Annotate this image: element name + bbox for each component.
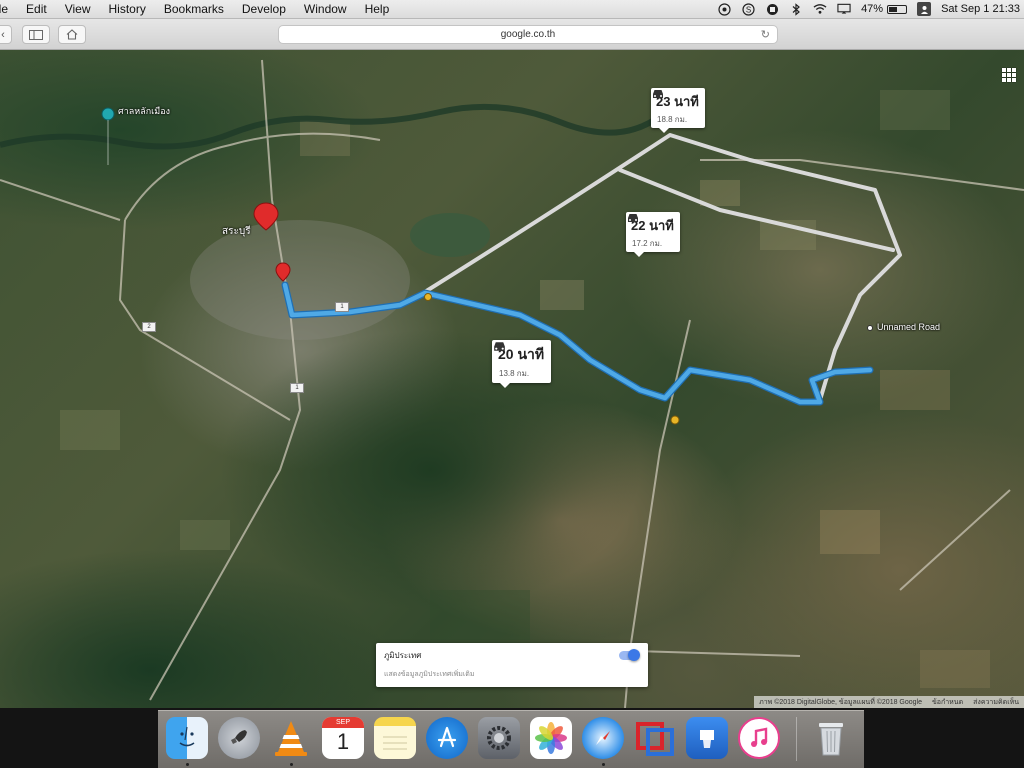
road-shield: 2	[142, 322, 156, 332]
menu-develop[interactable]: Develop	[233, 2, 295, 16]
junction-marker	[424, 293, 432, 301]
destination-label[interactable]: Unnamed Road	[877, 322, 940, 332]
battery-icon	[887, 4, 908, 14]
calendar-day: 1	[336, 729, 350, 754]
dock-notes[interactable]	[374, 717, 416, 759]
running-indicator	[186, 763, 189, 766]
dock-safari[interactable]	[582, 717, 624, 759]
attribution-text: ภาพ ©2018 DigitalGlobe, ข้อมูลแผนที่ ©20…	[759, 698, 923, 706]
address-url: google.co.th	[500, 29, 556, 40]
menu-help[interactable]: Help	[356, 2, 399, 16]
desktop-bottom: SEP 1	[0, 708, 1024, 768]
photos-flower-icon	[535, 722, 567, 754]
dock: SEP 1	[158, 710, 864, 768]
terrain-toggle[interactable]	[619, 649, 640, 661]
running-indicator	[602, 763, 605, 766]
recording-icon[interactable]	[765, 2, 779, 16]
podium-icon	[700, 730, 714, 748]
map-attribution: ภาพ ©2018 DigitalGlobe, ข้อมูลแผนที่ ©20…	[754, 696, 1024, 708]
menu-window[interactable]: Window	[295, 2, 356, 16]
route-card-selected[interactable]: 20 นาที 13.8 กม.	[492, 340, 552, 388]
destination-marker[interactable]	[867, 325, 873, 331]
road-shield: 1	[335, 302, 349, 312]
menu-bar: ile Edit View History Bookmarks Develop …	[0, 0, 1024, 19]
dock-separator	[796, 717, 797, 761]
battery-percent: 47%	[861, 3, 884, 15]
field-texture	[60, 90, 990, 688]
reload-icon[interactable]: ↻	[761, 28, 770, 41]
route-card-alt-2[interactable]: 22 นาที 17.2 กม.	[626, 212, 680, 257]
music-note-icon	[751, 727, 768, 747]
menu-edit[interactable]: Edit	[17, 2, 56, 16]
car-icon	[494, 342, 505, 351]
menu-items: ile Edit View History Bookmarks Develop …	[0, 2, 398, 16]
reservoir	[410, 213, 490, 257]
satellite-map[interactable]: 1 1 2 สระบุรี ศาลหลักเมือง Unnamed Road …	[0, 50, 1024, 708]
terms-link[interactable]: ข้อกำหนด	[932, 697, 963, 708]
battery-level-fill	[889, 6, 898, 12]
dock-finder[interactable]	[166, 717, 208, 759]
landmark-label[interactable]: ศาลหลักเมือง	[118, 104, 170, 118]
sidebar-icon	[29, 29, 43, 40]
car-icon	[653, 90, 663, 98]
target-icon[interactable]	[717, 2, 731, 16]
finder-icon	[179, 726, 195, 747]
menu-bar-clock[interactable]: Sat Sep 1 21:33	[941, 3, 1020, 15]
terrain-panel-subtitle: แสดงข้อมูลภูมิประเทศเพิ่มเติม	[384, 671, 475, 678]
parallels-icon	[636, 722, 674, 756]
city-label[interactable]: สระบุรี	[222, 224, 251, 239]
menu-bookmarks[interactable]: Bookmarks	[155, 2, 233, 16]
gear-icon	[487, 726, 511, 750]
route-card-alt-1[interactable]: 23 นาที 18.8 กม.	[651, 88, 705, 133]
wifi-icon[interactable]	[813, 2, 827, 16]
rocket-icon	[231, 730, 247, 744]
dock-photos[interactable]	[530, 717, 572, 759]
back-button[interactable]: ‹	[0, 25, 12, 44]
back-icon: ‹	[1, 28, 5, 41]
browser-toolbar: ‹ google.co.th ↻	[0, 19, 1024, 50]
dock-vlc[interactable]	[270, 717, 312, 759]
menu-view[interactable]: View	[56, 2, 100, 16]
app-store-icon	[437, 726, 457, 748]
route-distance: 13.8 กม.	[499, 369, 530, 378]
sidebar-button[interactable]	[22, 25, 50, 44]
dock-parallels[interactable]	[634, 717, 676, 759]
dock-system-preferences[interactable]	[478, 717, 520, 759]
dock-keynote[interactable]	[686, 717, 728, 759]
display-icon[interactable]	[837, 2, 851, 16]
dock-trash[interactable]	[810, 717, 852, 759]
dock-calendar[interactable]: SEP 1	[322, 717, 364, 759]
route-distance: 18.8 กม.	[657, 115, 688, 124]
battery-status[interactable]: 47%	[861, 3, 908, 15]
terrain-panel-title: ภูมิประเทศ	[384, 651, 422, 660]
user-icon[interactable]	[917, 2, 932, 16]
car-icon	[628, 214, 638, 222]
svg-text:S: S	[745, 5, 750, 14]
running-indicator	[290, 763, 293, 766]
road-shield: 1	[290, 383, 304, 393]
menu-history[interactable]: History	[100, 2, 155, 16]
dock-launchpad[interactable]	[218, 717, 260, 759]
compass-icon	[596, 731, 610, 745]
feedback-link[interactable]: ส่งความคิดเห็น	[973, 697, 1019, 708]
dock-itunes[interactable]	[738, 717, 780, 759]
home-button[interactable]	[58, 25, 86, 44]
toggle-knob	[628, 649, 640, 661]
terrain-panel: ภูมิประเทศ แสดงข้อมูลภูมิประเทศเพิ่มเติม	[376, 643, 648, 687]
dock-app-store[interactable]	[426, 717, 468, 759]
home-icon	[66, 29, 78, 40]
calendar-month: SEP	[322, 717, 364, 728]
menu-file[interactable]: ile	[0, 2, 17, 16]
apps-grid-icon[interactable]	[1002, 68, 1016, 82]
skype-icon[interactable]: S	[741, 2, 755, 16]
trash-icon	[819, 723, 843, 756]
bluetooth-icon[interactable]	[789, 2, 803, 16]
menu-bar-status-area: S 47% Sat Sep 1 21:33	[717, 2, 1024, 16]
route-distance: 17.2 กม.	[632, 239, 663, 248]
junction-marker	[670, 415, 680, 425]
notes-icon	[383, 736, 407, 750]
address-bar[interactable]: google.co.th ↻	[278, 25, 778, 44]
vlc-cone-icon	[275, 721, 307, 756]
